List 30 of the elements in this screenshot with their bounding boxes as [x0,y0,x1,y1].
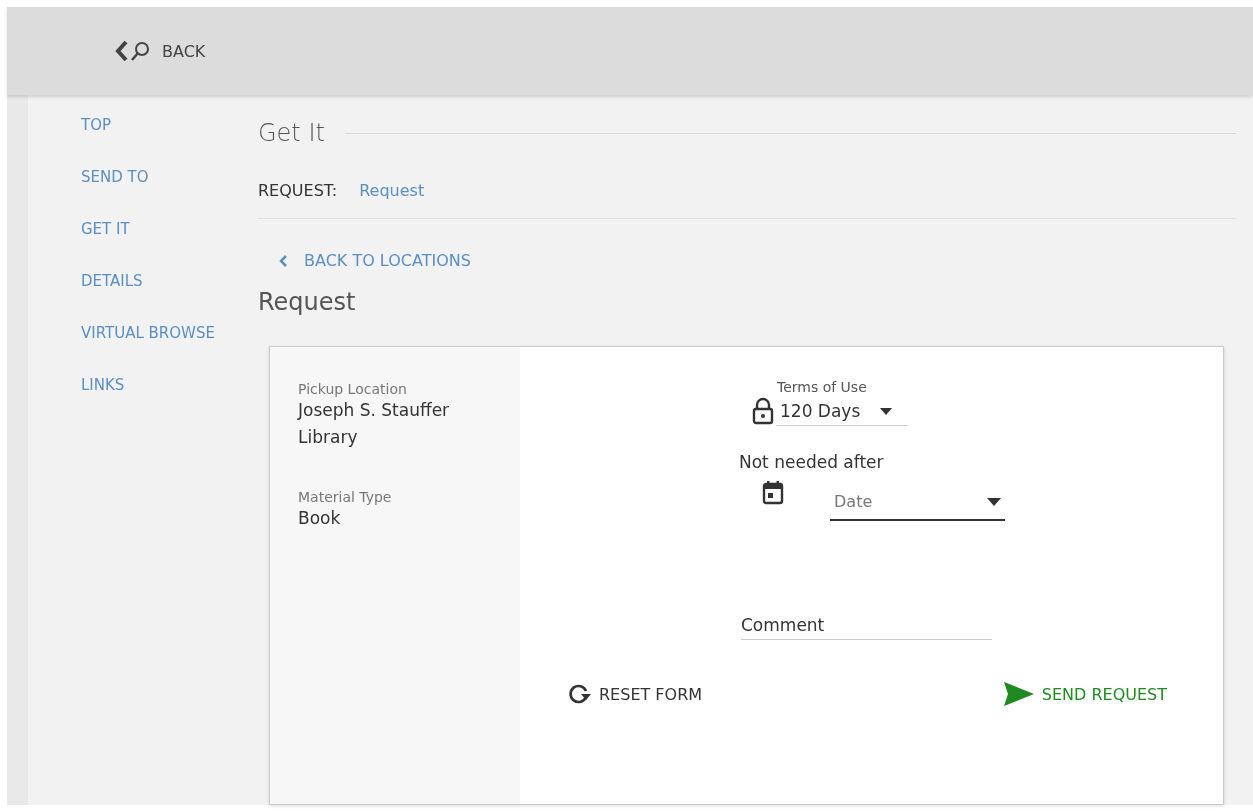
info-label: Pickup Location [298,381,408,397]
request-link[interactable]: Request [359,181,425,200]
chevron-left-icon [278,253,288,268]
comment-field[interactable]: Comment [741,611,992,640]
reset-form-button[interactable]: RESET FORM [567,682,703,706]
info-value: Joseph S. Stauffer Library [298,399,451,449]
date-select[interactable]: Date [830,480,1005,521]
terms-label: Terms of Use [777,379,868,395]
sidebar-link[interactable]: GET IT [81,219,258,240]
form-title: Request [258,288,357,316]
dropdown-caret-icon [880,407,893,415]
info-value: Book [298,507,342,530]
refresh-icon [567,683,591,705]
sidebar-link[interactable]: TOP [81,115,258,136]
section-title: Get It [258,119,325,147]
back-button[interactable]: BACK [112,39,206,63]
back-to-locations-link[interactable]: BACK TO LOCATIONS [278,251,1236,270]
sidebar-link[interactable]: DETAILS [81,271,258,292]
send-icon [1003,682,1034,706]
sidebar-link[interactable]: LINKS [81,375,258,396]
dropdown-caret-icon [987,497,1001,506]
not-needed-label: Not needed after [739,452,885,472]
info-label: Material Type [298,489,393,505]
terms-select[interactable]: 120 Days [776,395,908,426]
sidebar-link[interactable]: SEND TO [81,167,258,188]
request-label: REQUEST: [258,181,338,200]
calendar-icon [762,480,784,506]
sidebar-link[interactable]: VIRTUAL BROWSE [81,323,258,344]
lock-icon [752,396,774,425]
send-request-button[interactable]: SEND REQUEST [1003,682,1167,706]
